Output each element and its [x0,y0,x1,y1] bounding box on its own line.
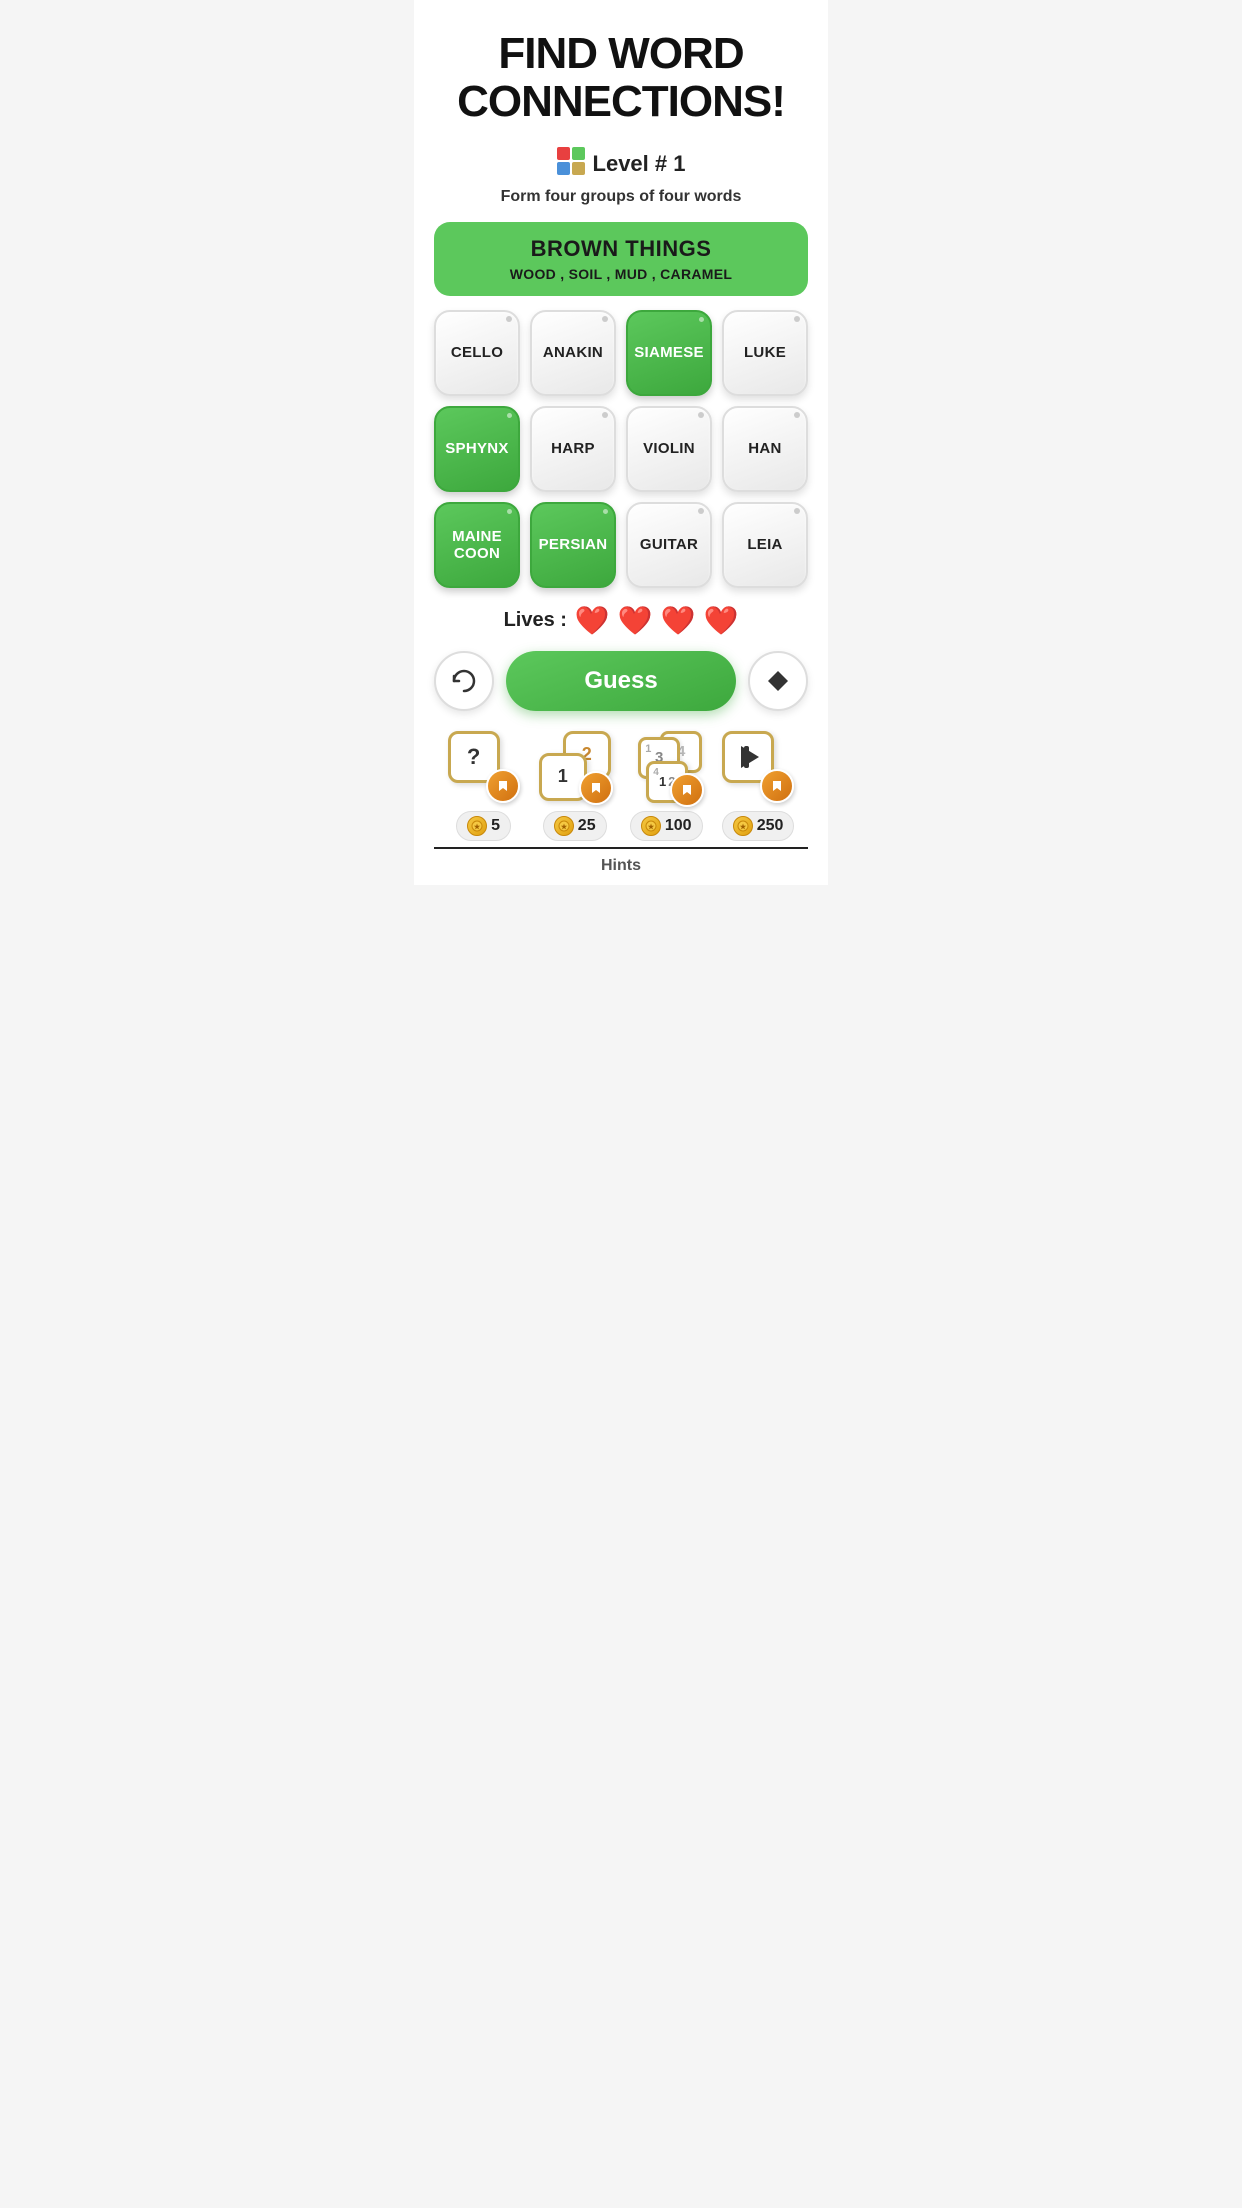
word-tile-11[interactable]: LEIA [722,502,808,588]
word-tile-9[interactable]: PERSIAN [530,502,616,588]
hint-cost-label-4: 250 [757,817,784,835]
hint-question-cost: ★ 5 [456,811,511,841]
divider [434,847,808,849]
level-icon [557,147,585,182]
word-tile-2[interactable]: SIAMESE [626,310,712,396]
svg-text:★: ★ [561,823,568,831]
hint-triple-badge [670,773,704,807]
hint-play[interactable]: ★ 250 [722,731,795,841]
found-group-words: WOOD , SOIL , MUD , CARAMEL [454,266,788,282]
heart-3: ❤️ [661,604,696,637]
hint-coin-4: ★ [733,816,753,836]
word-tile-7[interactable]: HAN [722,406,808,492]
hint-triple-cost: ★ 100 [630,811,703,841]
hint-coin-1: ★ [467,816,487,836]
hint-question[interactable]: ? ★ 5 [448,731,520,841]
svg-text:★: ★ [740,823,747,831]
word-tile-6[interactable]: VIOLIN [626,406,712,492]
word-tile-5[interactable]: HARP [530,406,616,492]
controls-row: Guess [434,651,808,711]
heart-4: ❤️ [704,604,739,637]
word-tile-3[interactable]: LUKE [722,310,808,396]
hint-play-icon-wrap [722,731,794,803]
game-screen: FIND WORD CONNECTIONS! Level # 1 Form fo… [414,0,828,885]
hint-pair-badge [579,771,613,805]
found-group-title: BROWN THINGS [454,236,788,262]
level-text: Level # 1 [593,151,686,177]
hint-question-icon-wrap: ? [448,731,520,803]
hint-pair[interactable]: 2 1 ★ 25 [539,731,611,841]
hint-triple-icon-wrap: 4 1 3 4 12 [630,731,702,803]
shuffle-button[interactable] [434,651,494,711]
word-tile-1[interactable]: ANAKIN [530,310,616,396]
hint-coin-2: ★ [554,816,574,836]
hint-cost-label-1: 5 [491,817,500,835]
hints-row: ? ★ 5 2 1 [434,731,808,841]
word-tile-8[interactable]: MAINE COON [434,502,520,588]
hint-pair-cost: ★ 25 [543,811,607,841]
svg-text:★: ★ [648,823,655,831]
svg-text:★: ★ [474,823,481,831]
hint-play-cost: ★ 250 [722,811,795,841]
hint-cost-label-2: 25 [578,817,596,835]
hints-footer: Hints [601,857,641,875]
lives-label: Lives : [504,609,567,632]
word-grid: CELLOANAKINSIAMESELUKE SPHYNXHARPVIOLINHA… [434,310,808,588]
found-group-banner: BROWN THINGS WOOD , SOIL , MUD , CARAMEL [434,222,808,296]
guess-button[interactable]: Guess [506,651,736,711]
word-tile-4[interactable]: SPHYNX [434,406,520,492]
play-bar [744,746,749,768]
level-row: Level # 1 [557,147,686,182]
hint-question-badge [486,769,520,803]
page-title: FIND WORD CONNECTIONS! [434,30,808,127]
hint-play-badge [760,769,794,803]
heart-1: ❤️ [575,604,610,637]
subtitle: Form four groups of four words [501,188,742,206]
word-tile-10[interactable]: GUITAR [626,502,712,588]
erase-button[interactable] [748,651,808,711]
lives-row: Lives : ❤️ ❤️ ❤️ ❤️ [504,604,739,637]
heart-2: ❤️ [618,604,653,637]
word-tile-0[interactable]: CELLO [434,310,520,396]
hint-coin-3: ★ [641,816,661,836]
hint-triple[interactable]: 4 1 3 4 12 [630,731,703,841]
hint-pair-icon-wrap: 2 1 [539,731,611,803]
hint-cost-label-3: 100 [665,817,692,835]
